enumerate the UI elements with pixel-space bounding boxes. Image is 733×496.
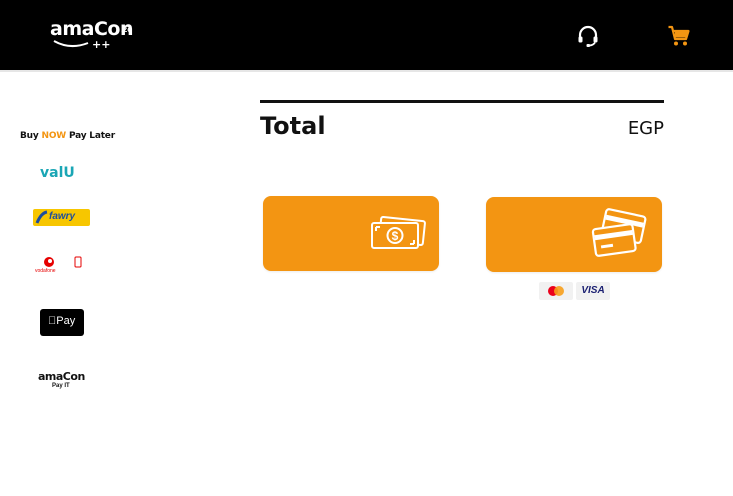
apple-pay-label: Pay [48,315,75,327]
bnpl-now: NOW [41,131,66,141]
amacon-pay-sub: Pay IT [52,383,70,389]
vodafone-wordmark: vodafone [35,268,56,274]
header-divider [0,70,733,72]
fawry-wordmark: fawry [49,211,76,222]
amacon-pay-wordmark: amaCon [38,370,85,383]
total-currency: EGP [627,118,664,139]
visa-wordmark: VISA [581,285,605,296]
mastercard-logo [539,282,573,300]
logo-plus: ++ [92,38,110,51]
vodafone-mark-icon [44,256,82,268]
visa-logo: VISA [576,282,610,300]
cash-bills-icon: $ [371,216,426,249]
amacon-logo[interactable]: amaCon .zc ++ [50,18,140,54]
total-divider [260,100,664,103]
apple-pay-wordmark: Pay [48,315,75,327]
bnpl-prefix: Buy [20,131,39,141]
cash-payment-option[interactable]: $ [263,196,439,271]
svg-text:$: $ [392,229,399,243]
vodafone-cash-logo[interactable]: vodafone [35,256,89,276]
logo-smile-arrow: ++ [53,38,110,51]
valu-wordmark: valU [40,165,75,181]
bnpl-suffix: Pay Later [68,131,115,141]
fawry-mark-icon [35,210,48,224]
fawry-logo[interactable]: fawry [33,209,90,226]
logo-tld: .zc [121,25,132,34]
amacon-pay-it-logo[interactable]: amaCon Pay IT [38,370,90,392]
top-navigation-bar: amaCon .zc ++ [0,0,733,70]
card-payment-option[interactable] [486,197,662,272]
credit-cards-icon [591,208,647,257]
total-label: Total [260,112,326,140]
valu-logo[interactable]: valU [40,165,75,181]
headset-icon[interactable] [576,24,600,48]
apple-pay-logo[interactable]: Pay [40,309,84,336]
shopping-cart-icon[interactable] [667,24,691,48]
card-brands: VISA [539,282,611,300]
bnpl-heading: Buy NOW Pay Later [20,131,115,141]
